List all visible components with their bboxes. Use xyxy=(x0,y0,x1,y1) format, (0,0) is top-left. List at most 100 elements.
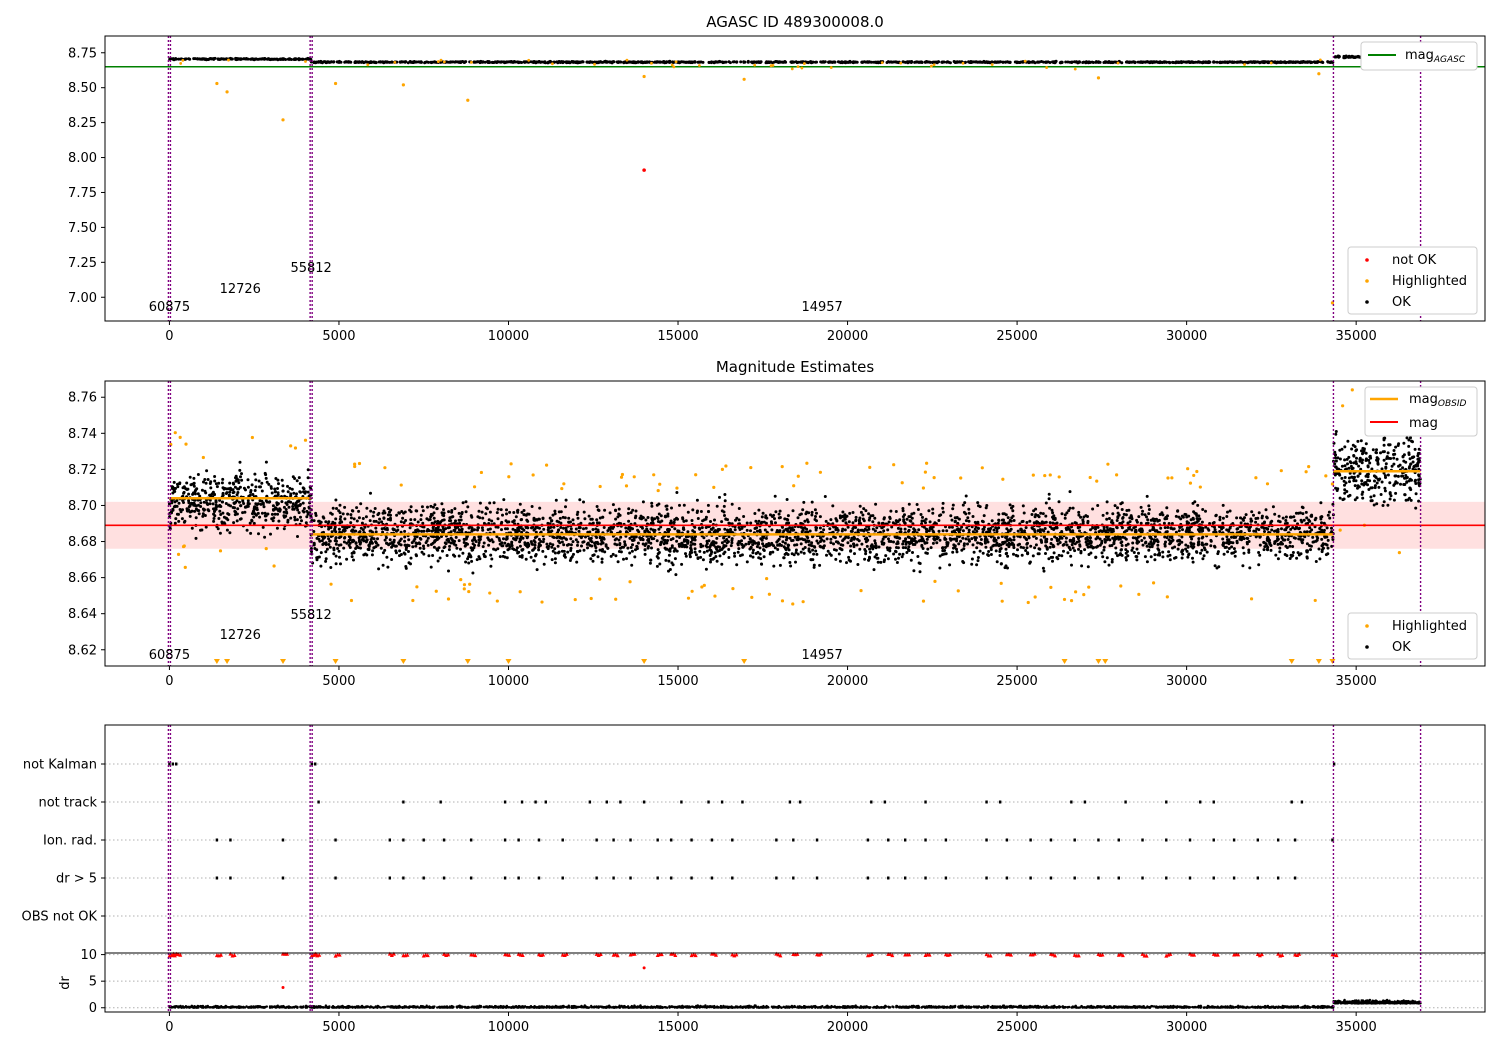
ok-point xyxy=(225,528,229,532)
ok-point xyxy=(538,506,542,510)
ok-point xyxy=(605,60,609,64)
ok-point xyxy=(502,550,506,554)
ok-point xyxy=(288,486,292,490)
ok-point xyxy=(365,506,369,510)
ok-point xyxy=(413,518,417,522)
ok-point xyxy=(912,511,916,515)
ok-point xyxy=(1274,553,1278,557)
ok-point xyxy=(1141,509,1145,513)
ok-point xyxy=(872,568,876,572)
ok-point xyxy=(786,546,790,550)
ok-point xyxy=(781,60,785,64)
ok-point xyxy=(276,493,280,497)
ok-point xyxy=(436,559,440,563)
ok-point xyxy=(418,546,422,550)
ok-point xyxy=(849,544,853,548)
ok-point xyxy=(278,508,282,512)
ok-point xyxy=(240,478,244,482)
ok-point xyxy=(1222,552,1226,556)
ok-point xyxy=(328,545,332,549)
ok-point xyxy=(1045,547,1049,551)
ok-point xyxy=(1010,506,1013,510)
ok-point xyxy=(449,536,453,540)
ok-point xyxy=(190,526,194,530)
ok-point xyxy=(277,519,281,523)
highlighted-point xyxy=(753,63,757,67)
ok-point xyxy=(1116,554,1119,558)
ok-point xyxy=(1221,537,1225,541)
ok-point xyxy=(690,519,694,522)
ok-point xyxy=(644,542,648,546)
ok-point xyxy=(1020,520,1024,524)
ok-point xyxy=(608,60,612,64)
ok-point xyxy=(698,549,702,553)
ok-point xyxy=(877,545,881,549)
ok-point xyxy=(1207,60,1211,64)
ok-point xyxy=(623,540,627,544)
ok-point xyxy=(806,61,810,65)
ok-point xyxy=(709,520,712,523)
ok-point xyxy=(655,539,659,543)
ok-point xyxy=(220,520,224,524)
ok-point xyxy=(1130,548,1134,552)
ok-point xyxy=(293,515,297,519)
ok-point xyxy=(697,526,701,530)
ok-point xyxy=(709,552,713,556)
ok-point xyxy=(899,527,903,531)
ok-point xyxy=(814,526,818,529)
ok-point xyxy=(253,512,257,516)
ok-point xyxy=(177,519,181,523)
ok-point xyxy=(217,504,221,508)
ok-point xyxy=(894,550,898,554)
ok-point xyxy=(505,508,508,512)
ok-point xyxy=(975,529,979,533)
ok-point xyxy=(562,526,565,530)
y-tick-label: 8.50 xyxy=(68,81,97,96)
ok-point xyxy=(270,512,274,516)
ok-point xyxy=(712,61,716,64)
ok-point xyxy=(238,485,242,489)
ok-point xyxy=(757,508,761,512)
ok-point xyxy=(738,528,742,531)
ok-point xyxy=(715,60,719,64)
ok-point xyxy=(517,550,521,554)
ok-point xyxy=(1081,518,1085,522)
ok-point xyxy=(1188,60,1192,64)
highlighted-point xyxy=(829,66,833,69)
ok-point xyxy=(429,504,433,508)
ok-point xyxy=(749,529,752,533)
ok-point xyxy=(432,545,436,549)
ok-point xyxy=(901,507,905,510)
ok-point xyxy=(862,507,866,511)
ok-point xyxy=(770,528,774,532)
ok-point xyxy=(1213,528,1217,532)
ok-point xyxy=(1052,514,1056,518)
ok-point xyxy=(848,511,852,515)
ok-point xyxy=(1005,60,1009,64)
ok-point xyxy=(729,544,733,548)
ok-point xyxy=(761,511,765,515)
ok-point xyxy=(1252,513,1255,517)
highlighted-point xyxy=(227,58,230,62)
ok-point xyxy=(264,518,268,522)
ok-point xyxy=(747,542,751,546)
ok-point xyxy=(919,60,923,64)
ok-point xyxy=(419,513,423,517)
ok-point xyxy=(888,515,892,519)
ok-point xyxy=(506,60,510,64)
ok-point xyxy=(1185,526,1189,530)
ok-point xyxy=(500,528,503,532)
ok-point xyxy=(332,60,336,64)
ok-point xyxy=(448,516,452,520)
ok-point xyxy=(417,529,421,533)
ok-point xyxy=(1171,60,1175,64)
ok-point xyxy=(636,541,640,545)
ok-point xyxy=(762,555,766,559)
ok-point xyxy=(1050,537,1054,541)
ok-point xyxy=(996,521,1000,525)
ok-point xyxy=(463,544,467,548)
ok-point xyxy=(532,60,536,63)
ok-point xyxy=(1025,538,1029,542)
ok-point xyxy=(1191,560,1195,564)
ok-point xyxy=(305,509,309,513)
